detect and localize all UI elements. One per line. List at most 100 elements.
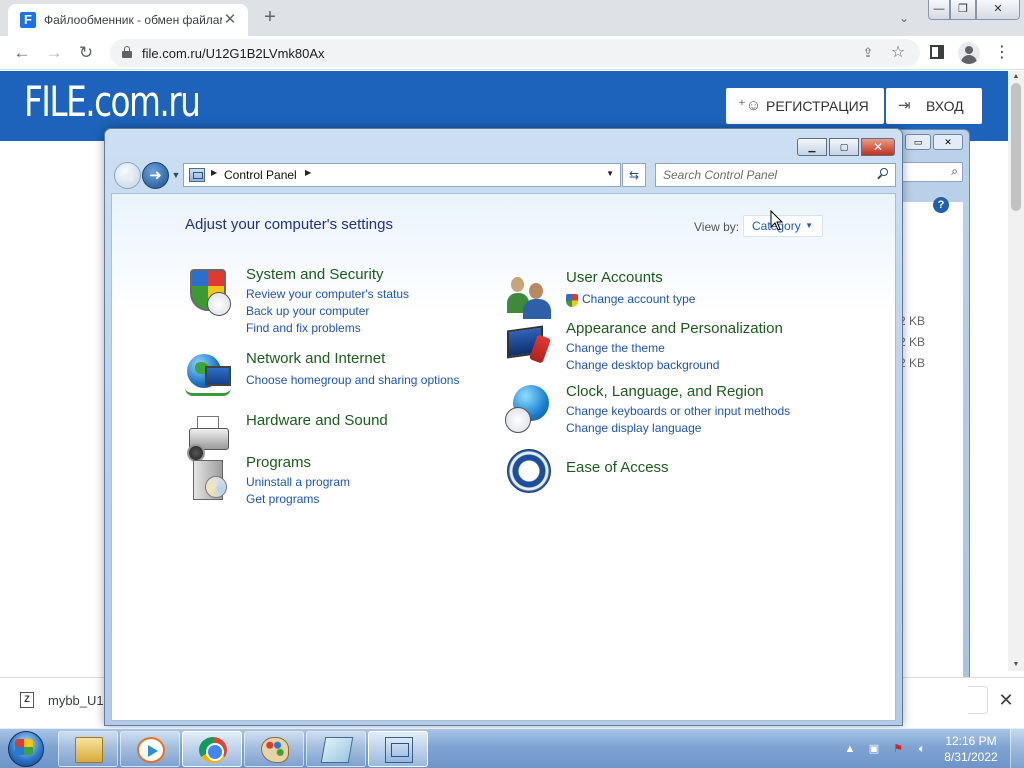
category-link[interactable]: Review your computer's status — [246, 287, 409, 301]
taskbar-app-notepad[interactable] — [306, 731, 366, 767]
cp-address-bar[interactable]: ▶ Control Panel ▶ ▼ — [183, 163, 621, 187]
show-hidden-icons-icon[interactable]: ▲ — [842, 741, 858, 757]
cp-search-input[interactable]: Search Control Panel — [655, 163, 896, 187]
programs-box-icon[interactable] — [185, 456, 233, 504]
bg-window-maximize-icon[interactable]: ▭ — [905, 134, 931, 150]
category-title[interactable]: System and Security — [246, 266, 384, 283]
login-button[interactable]: ⇥ ВХОД — [886, 88, 982, 124]
category-title[interactable]: User Accounts — [566, 269, 663, 286]
taskbar-app-chrome[interactable] — [182, 731, 242, 767]
recent-pages-chevron-icon[interactable]: ▼ — [170, 169, 182, 181]
download-show-all-button[interactable] — [968, 686, 988, 714]
back-button[interactable]: ← — [10, 41, 34, 65]
network-icon[interactable]: ▣ — [866, 741, 882, 757]
share-icon[interactable]: ⇪ — [858, 43, 878, 63]
category-system-security: System and Security Review your computer… — [185, 266, 475, 348]
window-close-button[interactable]: ✕ — [976, 0, 1020, 20]
view-by-label: View by: — [694, 220, 740, 234]
tab-close-icon[interactable]: ✕ — [220, 10, 240, 30]
windows-logo-icon — [15, 739, 33, 755]
category-link[interactable]: Change keyboards or other input methods — [566, 404, 790, 418]
scroll-up-icon[interactable]: ▲ — [1008, 71, 1024, 83]
clock-date[interactable]: 8/31/2022 — [940, 750, 1002, 764]
category-link[interactable]: Change account type — [582, 292, 695, 306]
reload-button[interactable]: ↻ — [74, 41, 98, 65]
clock-globe-icon[interactable] — [505, 385, 553, 433]
show-desktop-button[interactable] — [1010, 729, 1024, 768]
window-maximize-button[interactable]: ❐ — [950, 0, 976, 20]
shield-icon[interactable] — [185, 268, 233, 316]
download-bar-close-icon[interactable]: ✕ — [996, 688, 1016, 712]
cp-back-button[interactable]: ◀ — [114, 162, 141, 189]
folder-icon — [75, 737, 103, 763]
url-text[interactable]: file.com.ru/U12G1B2LVmk80Ax — [142, 46, 325, 61]
forward-button[interactable]: → — [42, 41, 66, 65]
tab-search-chevron-icon[interactable]: ⌄ — [894, 8, 914, 28]
address-bar[interactable]: file.com.ru/U12G1B2LVmk80Ax ⇪ ☆ — [110, 39, 920, 67]
breadcrumb-arrow-icon[interactable]: ▶ — [305, 168, 311, 177]
zip-file-icon[interactable]: Z — [20, 692, 34, 708]
start-button[interactable] — [2, 729, 52, 768]
printer-speaker-icon[interactable] — [185, 414, 233, 462]
tab-title: Файлообменник - обмен файлами — [44, 13, 222, 27]
browser-menu-icon[interactable]: ⋮ — [994, 41, 1010, 65]
lock-icon[interactable] — [122, 46, 132, 58]
window-minimize-button[interactable]: — — [928, 0, 950, 20]
taskbar-app-media-player[interactable] — [120, 731, 180, 767]
category-title[interactable]: Appearance and Personalization — [566, 320, 783, 337]
volume-icon[interactable]: 🔈︎ — [914, 741, 930, 757]
category-link[interactable]: Change display language — [566, 421, 701, 435]
new-tab-button[interactable]: + — [258, 6, 282, 30]
taskbar-app-paint[interactable] — [244, 731, 304, 767]
cp-close-button[interactable]: ✕ — [861, 138, 895, 156]
bookmark-star-icon[interactable]: ☆ — [888, 43, 908, 63]
category-link[interactable]: Find and fix problems — [246, 321, 361, 335]
profile-avatar-icon[interactable] — [958, 42, 980, 64]
breadcrumb-arrow-icon[interactable]: ▶ — [211, 168, 217, 177]
category-link[interactable]: Change desktop background — [566, 358, 719, 372]
category-link[interactable]: Back up your computer — [246, 304, 369, 318]
category-link[interactable]: Change the theme — [566, 341, 665, 355]
taskbar-app-explorer[interactable] — [58, 731, 118, 767]
download-file-name[interactable]: mybb_U1 — [48, 693, 104, 708]
system-tray: ▲ ▣ ⚑ 🔈︎ 12:16 PM 8/31/2022 — [840, 729, 1024, 768]
category-title[interactable]: Clock, Language, and Region — [566, 383, 764, 400]
category-title[interactable]: Network and Internet — [246, 350, 385, 367]
chrome-icon — [199, 737, 227, 763]
media-player-icon — [137, 737, 165, 763]
category-link[interactable]: Choose homegroup and sharing options — [246, 373, 459, 387]
category-appearance: Appearance and Personalization Change th… — [505, 320, 835, 382]
network-globe-icon[interactable] — [185, 352, 233, 400]
refresh-icon[interactable]: ⇆ — [622, 163, 646, 187]
bg-window-close-icon[interactable]: ✕ — [933, 134, 963, 150]
scrollbar-thumb[interactable] — [1011, 83, 1021, 211]
category-link[interactable]: Uninstall a program — [246, 475, 350, 489]
appearance-monitor-icon[interactable] — [505, 322, 553, 370]
register-button[interactable]: ⁺☺ РЕГИСТРАЦИЯ — [726, 88, 884, 124]
action-center-flag-icon[interactable]: ⚑ — [890, 741, 906, 757]
search-icon[interactable] — [877, 168, 889, 180]
page-scrollbar[interactable]: ▲ ▼ — [1008, 71, 1024, 671]
category-title[interactable]: Programs — [246, 454, 311, 471]
users-icon[interactable] — [505, 271, 553, 319]
uac-shield-icon — [566, 294, 578, 307]
taskbar-app-control-panel[interactable] — [368, 731, 428, 767]
cp-maximize-button[interactable]: ▢ — [829, 138, 859, 156]
category-network-internet: Network and Internet Choose homegroup an… — [185, 350, 485, 402]
browser-toolbar: ← → ↻ file.com.ru/U12G1B2LVmk80Ax ⇪ ☆ ⋮ — [0, 36, 1024, 70]
scroll-down-icon[interactable]: ▼ — [1008, 659, 1024, 671]
ease-of-access-icon[interactable] — [505, 447, 553, 495]
cp-forward-button[interactable]: ➜ — [142, 162, 169, 189]
clock-time[interactable]: 12:16 PM — [940, 734, 1002, 748]
category-title[interactable]: Ease of Access — [566, 459, 669, 476]
browser-tab[interactable]: F Файлообменник - обмен файлами ✕ — [8, 4, 248, 36]
side-panel-icon[interactable] — [930, 45, 944, 59]
category-link[interactable]: Get programs — [246, 492, 319, 506]
breadcrumb[interactable]: Control Panel — [224, 168, 297, 182]
category-title[interactable]: Hardware and Sound — [246, 412, 388, 429]
cp-minimize-button[interactable]: ▁ — [797, 138, 827, 156]
cp-content-area: Adjust your computer's settings View by:… — [111, 193, 896, 721]
help-icon[interactable]: ? — [933, 197, 949, 213]
site-logo[interactable]: FILE.com.ru — [24, 77, 201, 126]
address-dropdown-icon[interactable]: ▼ — [606, 169, 614, 178]
